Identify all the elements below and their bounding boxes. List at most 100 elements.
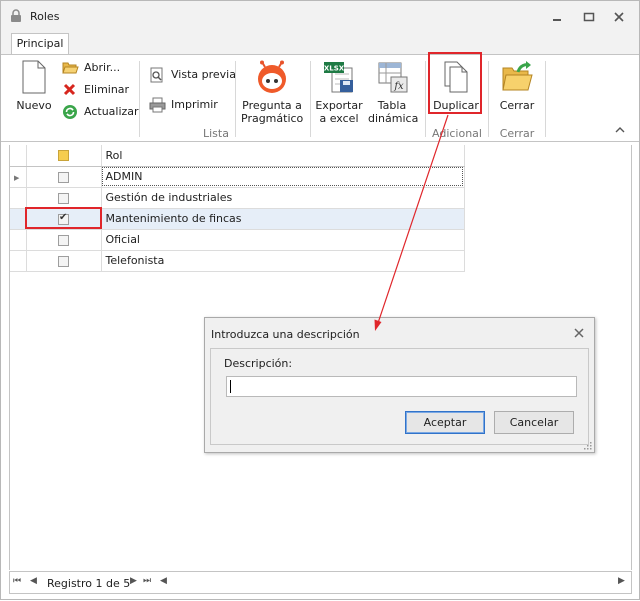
minimize-icon[interactable] [549,10,565,24]
cerrar-label: Cerrar [499,99,535,112]
cancelar-button[interactable]: Cancelar [494,411,574,434]
print-preview-icon [150,67,163,83]
ribbon-separator [545,61,546,137]
checkbox-cell[interactable] [26,187,102,209]
row-indicator [10,208,27,230]
table-row[interactable]: Oficial [10,229,465,251]
row-indicator [10,187,27,209]
ribbon: Nuevo Abrir... Eliminar Actualizar Vista… [1,52,639,142]
row-checkbox[interactable] [58,171,69,183]
checkbox-cell[interactable] [26,250,102,272]
group-label-lista: Lista [203,127,229,140]
previous-record-icon[interactable]: ◀ [30,576,37,586]
column-header-rol[interactable]: Rol [101,145,465,167]
description-label: Descripción: [224,357,293,370]
exportar-excel-button[interactable]: XLSX Exportar a excel [314,60,364,125]
cerrar-button[interactable]: Cerrar [493,60,541,112]
table-row[interactable]: Telefonista [10,250,465,272]
first-record-icon[interactable]: ⏮ [13,576,21,586]
xlsx-text: XLSX [324,65,345,73]
checkbox-highlight-box [25,207,102,229]
new-document-icon [22,60,46,94]
close-icon[interactable] [611,10,627,24]
chevron-up-icon[interactable] [615,126,625,134]
row-indicator [10,229,27,251]
ribbon-separator [310,61,311,137]
window-title: Roles [30,10,60,23]
description-input[interactable] [226,376,577,397]
group-label-cerrar: Cerrar [499,127,535,140]
row-checkbox[interactable] [58,234,69,246]
tabla-label-1: Tabla [377,99,407,112]
aceptar-button[interactable]: Aceptar [405,411,485,434]
folder-exit-icon [502,61,533,91]
actualizar-label: Actualizar [84,105,139,118]
description-dialog: Introduzca una descripción Descripción: … [204,317,595,453]
eliminar-button[interactable]: Eliminar [62,81,129,99]
role-name-cell[interactable]: Mantenimiento de fincas [101,208,465,230]
exportar-label-2: a excel [319,112,359,125]
tab-principal[interactable]: Principal [11,33,69,56]
tabla-label-2: dinámica [368,112,419,125]
dialog-title: Introduzca una descripción [211,328,360,341]
printer-icon [149,97,166,113]
nuevo-label: Nuevo [16,99,52,112]
row-indicator: ▶ [10,166,27,188]
header-checkbox[interactable] [58,150,69,162]
abrir-button[interactable]: Abrir... [62,59,120,77]
row-checkbox[interactable] [58,255,69,267]
ribbon-separator [139,61,140,137]
tabla-dinamica-button[interactable]: fx Tabla dinámica [368,60,419,125]
next-record-icon[interactable]: ▶ [130,576,137,586]
role-name-cell[interactable]: Gestión de industriales [101,187,465,209]
refresh-icon [63,105,77,119]
pregunta-label-1: Pregunta a [242,99,302,112]
record-navigator: ⏮ ◀ Registro 1 de 5 ▶ ⏭ ◀ ▶ [9,571,632,594]
table-row[interactable]: Gestión de industriales [10,187,465,209]
ribbon-separator [488,61,489,137]
row-checkbox[interactable] [58,192,69,204]
vista-previa-button[interactable]: Vista previa [149,66,236,84]
imprimir-button[interactable]: Imprimir [149,96,218,114]
row-indicator-header [10,145,27,167]
row-indicator [10,250,27,272]
ribbon-tab-strip: Principal [1,31,639,56]
duplicar-highlight-box [428,52,482,114]
actualizar-button[interactable]: Actualizar [62,103,139,121]
dialog-close-icon[interactable] [573,327,585,339]
folder-open-icon [62,62,79,74]
excel-export-icon: XLSX [324,62,353,93]
pregunta-pragmatico-button[interactable]: Pregunta a Pragmático [241,60,303,125]
scroll-right-icon[interactable]: ▶ [618,576,625,586]
group-label-adicional: Adicional [432,127,482,140]
pivot-table-icon: fx [378,62,408,93]
abrir-label: Abrir... [84,61,121,74]
ribbon-separator [235,61,236,137]
checkbox-cell[interactable] [26,166,102,188]
record-counter: Registro 1 de 5 [47,577,131,590]
table-row[interactable]: ▶ ADMIN [10,166,465,188]
role-name-cell[interactable]: Telefonista [101,250,465,272]
maximize-icon[interactable] [581,10,597,24]
fx-text: fx [393,81,404,92]
roles-window: Roles Principal Nuevo Abrir... Eliminar … [0,0,640,600]
ribbon-separator [425,61,426,137]
resize-grip-icon[interactable] [583,441,592,450]
checkbox-cell[interactable] [26,229,102,251]
pragmatico-robot-icon [258,60,286,93]
pregunta-label-2: Pragmático [241,112,304,125]
imprimir-label: Imprimir [171,98,218,111]
lock-icon [11,9,21,22]
last-record-icon[interactable]: ⏭ [143,576,151,586]
grid-header-row: Rol [10,145,465,167]
scroll-left-icon[interactable]: ◀ [160,576,167,586]
eliminar-label: Eliminar [84,83,130,96]
nuevo-button[interactable]: Nuevo [15,60,53,112]
current-row-arrow-icon: ▶ [14,174,20,182]
text-caret [230,380,231,393]
title-bar: Roles [1,1,639,31]
role-name-cell[interactable]: ADMIN [101,166,465,188]
dialog-panel: Descripción: Aceptar Cancelar [210,348,589,445]
role-name-cell[interactable]: Oficial [101,229,465,251]
select-all-header[interactable] [26,145,102,167]
